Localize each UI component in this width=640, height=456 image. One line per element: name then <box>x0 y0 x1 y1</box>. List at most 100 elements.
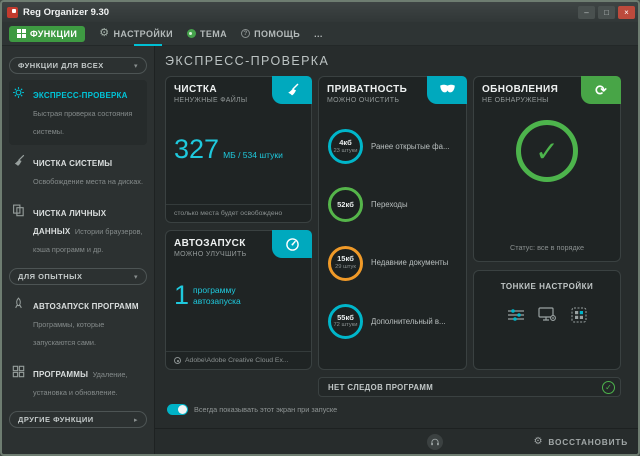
sidebar-item-programs[interactable]: ПРОГРАММЫ Удаление, установка и обновлен… <box>9 359 147 406</box>
menubar: ФУНКЦИИ ⚙ НАСТРОЙКИ ТЕМА ? ПОМОЩЬ ... <box>2 22 638 46</box>
documents-icon <box>12 204 26 217</box>
sidebar-item-private-data[interactable]: ЧИСТКА ЛИЧНЫХ ДАННЫХ Истории браузеров, … <box>9 198 147 263</box>
privacy-ring: 15кб 29 штук <box>328 246 363 281</box>
no-traces-bar[interactable]: НЕТ СЛЕДОВ ПРОГРАММ ✓ <box>318 377 621 397</box>
menu-theme-label: ТЕМА <box>200 29 227 39</box>
sidebar-item-label: ЭКСПРЕСС-ПРОВЕРКА <box>33 91 128 100</box>
menu-settings[interactable]: ⚙ НАСТРОЙКИ <box>99 28 173 39</box>
sidebar-group-other[interactable]: ДРУГИЕ ФУНКЦИИ ▸ <box>9 411 147 428</box>
cleanup-badge <box>272 76 312 104</box>
maximize-button[interactable]: □ <box>598 6 615 19</box>
autostart-card[interactable]: АВТОЗАПУСК МОЖНО УЛУЧШИТЬ 1 программу ав… <box>165 230 312 370</box>
autostart-count-label: программу автозапуска <box>193 285 267 306</box>
speedometer-icon <box>284 236 301 252</box>
privacy-card[interactable]: ПРИВАТНОСТЬ МОЖНО ОЧИСТИТЬ 4кб 23 штуки … <box>318 76 467 370</box>
menu-settings-label: НАСТРОЙКИ <box>114 29 173 39</box>
titlebar: Reg Organizer 9.30 – □ × <box>2 2 638 22</box>
sidebar-item-express-check[interactable]: ЭКСПРЕСС-ПРОВЕРКА Быстрая проверка состо… <box>9 80 147 145</box>
sidebar: ФУНКЦИИ ДЛЯ ВСЕХ ▾ ЭКСПРЕСС-ПРОВЕРКА Быс… <box>2 46 155 454</box>
brush-icon <box>284 82 300 98</box>
wrench-gear-icon <box>12 86 26 99</box>
privacy-badge <box>427 76 467 104</box>
broom-icon <box>12 154 26 167</box>
sidebar-item-label: ЧИСТКА СИСТЕМЫ <box>33 159 112 168</box>
window-title: Reg Organizer 9.30 <box>23 7 575 18</box>
support-button[interactable] <box>427 434 443 450</box>
privacy-item[interactable]: 4кб 23 штуки Ранее открытые фа... <box>327 129 458 164</box>
app-window: Reg Organizer 9.30 – □ × ФУНКЦИИ ⚙ НАСТР… <box>0 0 640 456</box>
chevron-right-icon: ▸ <box>134 416 138 424</box>
autostart-entry: Adobe\Adobe Creative Cloud Ex... <box>166 351 311 369</box>
cleanup-note: столько места будет освобождено <box>166 204 311 222</box>
theme-icon <box>187 29 196 38</box>
main-area: ЭКСПРЕСС-ПРОВЕРКА ЧИСТКА НЕНУЖНЫЕ ФАЙЛЫ … <box>155 46 638 454</box>
card-subtitle: НЕНУЖНЫЕ ФАЙЛЫ <box>174 97 266 104</box>
check-icon: ✓ <box>602 381 615 394</box>
sidebar-item-label: ПРОГРАММЫ <box>33 370 88 379</box>
sidebar-item-autostart[interactable]: АВТОЗАПУСК ПРОГРАММ Программы, которые з… <box>9 291 147 356</box>
sidebar-group-other-label: ДРУГИЕ ФУНКЦИИ <box>18 415 94 424</box>
close-button[interactable]: × <box>618 6 635 19</box>
sidebar-item-label: АВТОЗАПУСК ПРОГРАММ <box>33 302 139 311</box>
sidebar-group-all[interactable]: ФУНКЦИИ ДЛЯ ВСЕХ ▾ <box>9 57 147 74</box>
card-subtitle: МОЖНО УЛУЧШИТЬ <box>174 251 266 258</box>
autostart-count-value: 1 <box>174 280 189 311</box>
sidebar-item-system-cleanup[interactable]: ЧИСТКА СИСТЕМЫ Освобождение места на дис… <box>9 148 147 195</box>
headset-icon <box>430 437 440 447</box>
privacy-items: 4кб 23 штуки Ранее открытые фа... 52кб П… <box>327 106 458 362</box>
app-logo-icon <box>7 7 18 18</box>
monitor-gear-icon[interactable] <box>538 307 558 323</box>
startup-toggle-label: Всегда показывать этот экран при запуске <box>194 405 337 414</box>
updates-ok-ring: ✓ <box>516 120 578 182</box>
privacy-item[interactable]: 55кб 72 штуки Дополнительный в... <box>327 304 458 339</box>
gear-icon: ⚙ <box>99 28 109 39</box>
privacy-label: Недавние документы <box>371 258 448 267</box>
privacy-ring: 52кб <box>328 187 363 222</box>
privacy-ring: 55кб 72 штуки <box>328 304 363 339</box>
privacy-item[interactable]: 52кб Переходы <box>327 187 458 222</box>
menu-more[interactable]: ... <box>314 29 323 39</box>
menu-theme[interactable]: ТЕМА <box>187 29 227 39</box>
cleanup-size-units: МБ / 534 штуки <box>223 150 283 161</box>
page-title: ЭКСПРЕСС-ПРОВЕРКА <box>165 54 329 68</box>
help-icon: ? <box>241 29 250 38</box>
privacy-size: 15кб <box>337 255 354 264</box>
privacy-size: 52кб <box>337 201 354 210</box>
menu-more-label: ... <box>314 29 323 39</box>
privacy-size: 4кб <box>339 139 352 148</box>
startup-toggle-row: Всегда показывать этот экран при запуске <box>167 404 337 415</box>
sliders-icon[interactable] <box>507 308 525 322</box>
updates-card[interactable]: ⟳ ОБНОВЛЕНИЯ НЕ ОБНАРУЖЕНЫ ✓ Статус: все… <box>473 76 621 262</box>
fine-settings-title: ТОНКИЕ НАСТРОЙКИ <box>501 282 594 291</box>
card-subtitle: НЕ ОБНАРУЖЕНЫ <box>482 97 574 104</box>
refresh-icon: ⟳ <box>595 83 607 97</box>
cleanup-size-value: 327 <box>174 134 219 165</box>
startup-toggle[interactable] <box>167 404 188 415</box>
sidebar-item-desc: Освобождение места на дисках. <box>33 177 143 186</box>
restore-button[interactable]: ⚙ ВОССТАНОВИТЬ <box>534 437 628 447</box>
rocket-icon <box>12 297 26 310</box>
privacy-count: 29 штук <box>335 264 356 271</box>
privacy-label: Ранее открытые фа... <box>371 142 449 151</box>
minimize-button[interactable]: – <box>578 6 595 19</box>
mask-icon <box>439 84 456 96</box>
autostart-entry-icon <box>174 357 181 364</box>
apps-grid-icon <box>12 365 26 378</box>
autostart-badge <box>272 230 312 258</box>
cleanup-card[interactable]: ЧИСТКА НЕНУЖНЫЕ ФАЙЛЫ 327 МБ / 534 штуки… <box>165 76 312 223</box>
privacy-count: 72 штуки <box>333 322 357 329</box>
menu-functions[interactable]: ФУНКЦИИ <box>9 26 85 42</box>
privacy-count: 23 штуки <box>333 148 357 155</box>
sidebar-item-desc: Программы, которые запускаются сами. <box>33 320 104 347</box>
privacy-item[interactable]: 15кб 29 штук Недавние документы <box>327 246 458 281</box>
sidebar-item-desc: Быстрая проверка состояния системы. <box>33 109 132 136</box>
privacy-label: Дополнительный в... <box>371 317 446 326</box>
fine-settings-card[interactable]: ТОНКИЕ НАСТРОЙКИ <box>473 270 621 370</box>
updates-badge: ⟳ <box>581 76 621 104</box>
privacy-size: 55кб <box>337 314 354 323</box>
chevron-down-icon: ▾ <box>134 273 138 281</box>
menu-help[interactable]: ? ПОМОЩЬ <box>241 29 300 39</box>
widgets-grid-icon[interactable] <box>571 307 587 323</box>
sidebar-group-advanced[interactable]: ДЛЯ ОПЫТНЫХ ▾ <box>9 268 147 285</box>
autostart-entry-label: Adobe\Adobe Creative Cloud Ex... <box>185 357 289 364</box>
